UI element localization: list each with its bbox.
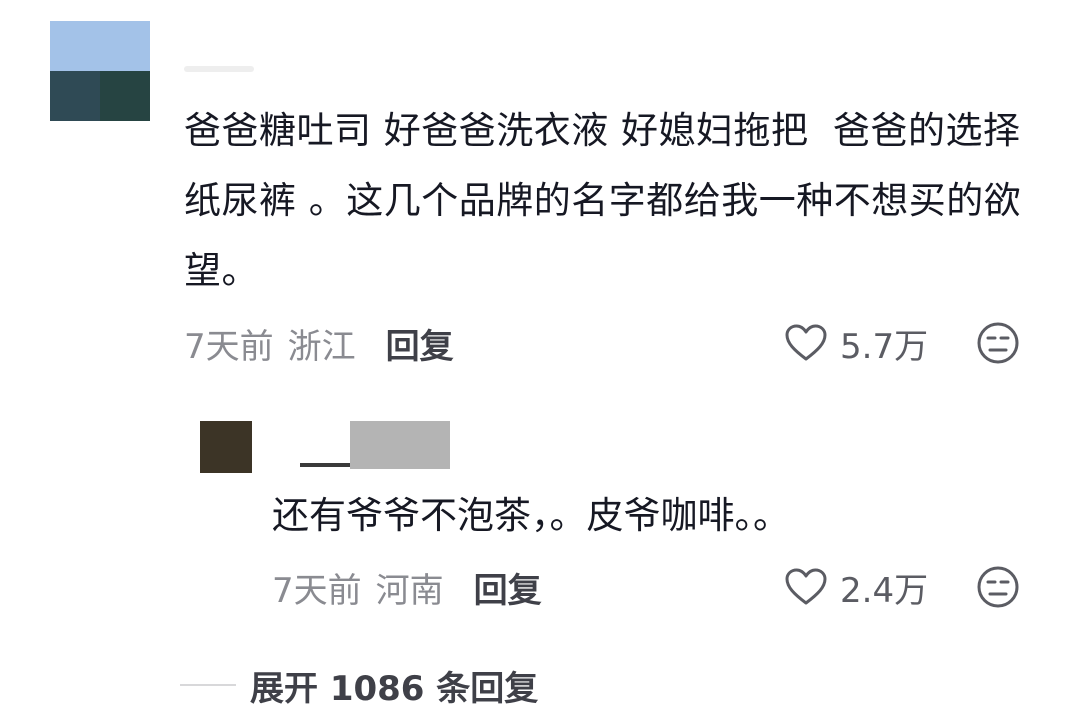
- heart-icon: [785, 324, 827, 361]
- reply-reply-button[interactable]: 回复: [474, 563, 542, 612]
- meh-face-icon: [977, 566, 1019, 608]
- commenter-username-blurred[interactable]: [184, 58, 264, 78]
- expand-replies-button[interactable]: 展开 1086 条回复: [180, 660, 538, 710]
- comment-meta: 7天前 浙江 回复: [184, 318, 454, 368]
- replier-avatar[interactable]: [200, 421, 252, 473]
- commenter-avatar[interactable]: [50, 21, 150, 121]
- heart-icon: [785, 568, 827, 605]
- comment-like-button[interactable]: 5.7万: [784, 318, 928, 368]
- reply-dislike-button[interactable]: [976, 565, 1020, 609]
- avatar-pixel: [50, 21, 150, 71]
- expand-divider-line: [180, 684, 236, 686]
- comment-location: 浙江: [287, 326, 356, 367]
- reply-meta: 7天前 河南 回复: [272, 562, 542, 612]
- blurred-username-mark: [300, 421, 450, 469]
- comment-like-count: 5.7万: [840, 326, 929, 367]
- avatar-pixel: [100, 71, 150, 121]
- reply-location: 河南: [375, 570, 444, 611]
- replier-username-blurred[interactable]: [300, 421, 510, 471]
- reply-like-count: 2.4万: [840, 570, 929, 611]
- reply-like-button[interactable]: 2.4万: [784, 562, 928, 612]
- avatar-pixel: [50, 71, 100, 121]
- reply-time: 7天前: [272, 570, 362, 611]
- comment-time: 7天前: [184, 326, 274, 367]
- comment-reply-button[interactable]: 回复: [386, 319, 454, 368]
- reply-text: 还有爷爷不泡茶，。皮爷咖啡。。: [272, 494, 790, 537]
- expand-replies-label: 展开 1086 条回复: [250, 668, 539, 709]
- meh-face-icon: [977, 322, 1019, 364]
- comment-dislike-button[interactable]: [976, 321, 1020, 365]
- blurred-username-mark: [184, 66, 254, 72]
- comment-text: 爸爸糖吐司 好爸爸洗衣液 好媳妇拖把 爸爸的选择纸尿裤 。这几个品牌的名字都给我…: [184, 109, 1022, 292]
